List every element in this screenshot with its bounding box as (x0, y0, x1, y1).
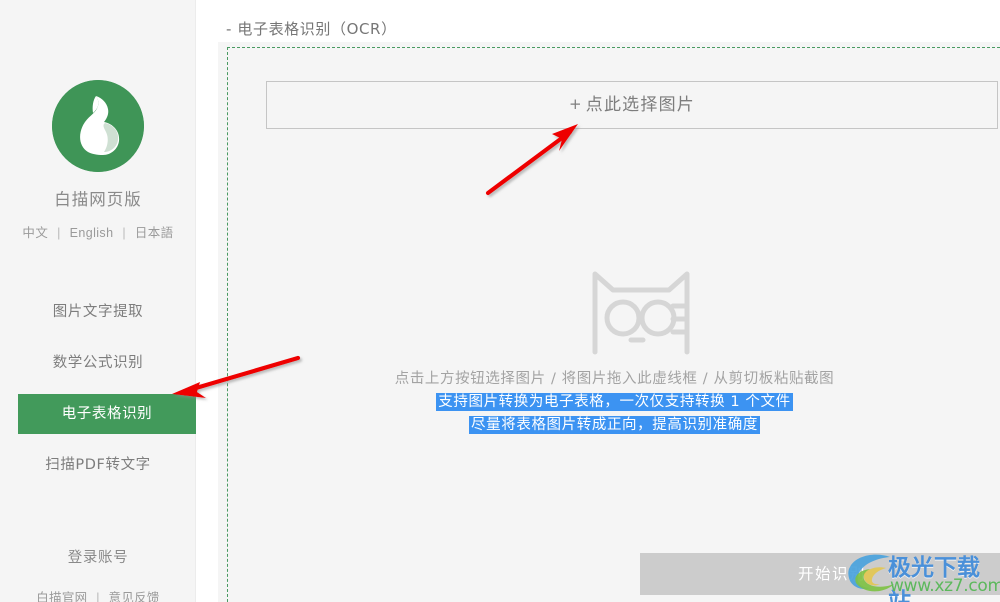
workspace-panel: + 点此选择图片 点击上方按钮选择图片 / 将图片拖入此虚线框 / 从剪切板粘贴… (218, 42, 1000, 602)
sidebar-footer-links: 白描官网 | 意见反馈 (0, 587, 196, 602)
hint-line-2: 支持图片转换为电子表格，一次仅支持转换 1 个文件 (228, 391, 1000, 413)
cat-face-icon (585, 256, 697, 361)
brand-name: 白描网页版 (54, 190, 142, 209)
language-switcher: 中文 | English | 日本語 (0, 222, 196, 241)
dropzone-hints: 点击上方按钮选择图片 / 将图片拖入此虚线框 / 从剪切板粘贴截图 支持图片转换… (228, 368, 1000, 437)
start-recognition-button[interactable]: 开始识别 (640, 553, 1000, 595)
image-dropzone[interactable]: + 点此选择图片 点击上方按钮选择图片 / 将图片拖入此虚线框 / 从剪切板粘贴… (227, 47, 1000, 602)
lang-separator-1: | (57, 226, 61, 240)
sidebar-item-scan-pdf-to-text[interactable]: 扫描PDF转文字 (0, 445, 196, 485)
sidebar-item-math-formula-recognition[interactable]: 数学公式识别 (0, 343, 196, 383)
sidebar-item-image-text-extract[interactable]: 图片文字提取 (0, 292, 196, 332)
sidebar-item-spreadsheet-recognition[interactable]: 电子表格识别 (18, 394, 196, 434)
main-content: - 电子表格识别（OCR） + 点此选择图片 点击上方按钮选择图片 / 将图片拖… (196, 0, 1000, 602)
login-account-link[interactable]: 登录账号 (0, 546, 196, 567)
hint-line-3-text: 尽量将表格图片转成正向，提高识别准确度 (469, 416, 760, 434)
lang-link-en[interactable]: English (70, 226, 114, 240)
plus-icon: + (569, 95, 583, 113)
baimiao-cat-logo-icon (52, 80, 144, 172)
official-site-link[interactable]: 白描官网 (36, 590, 87, 602)
lang-link-ja[interactable]: 日本語 (135, 226, 174, 240)
brand-block: 白描网页版 中文 | English | 日本語 (0, 80, 196, 241)
top-spacer (392, 0, 1000, 6)
page-title: - 电子表格识别（OCR） (226, 20, 397, 38)
footer-separator: | (95, 590, 101, 602)
select-image-button[interactable]: + 点此选择图片 (266, 81, 998, 129)
sidebar: 白描网页版 中文 | English | 日本語 图片文字提取 数学公式识别 电… (0, 0, 196, 602)
feedback-link[interactable]: 意见反馈 (109, 590, 160, 602)
lang-separator-2: | (122, 226, 126, 240)
hint-line-2-text: 支持图片转换为电子表格，一次仅支持转换 1 个文件 (436, 393, 793, 411)
lang-link-zh[interactable]: 中文 (22, 226, 48, 240)
select-image-button-label: 点此选择图片 (585, 95, 695, 115)
hint-line-3: 尽量将表格图片转成正向，提高识别准确度 (228, 414, 1000, 436)
application-window: 白描网页版 中文 | English | 日本語 图片文字提取 数学公式识别 电… (0, 0, 1000, 602)
sidebar-nav: 图片文字提取 数学公式识别 电子表格识别 扫描PDF转文字 (0, 292, 196, 496)
hint-line-1: 点击上方按钮选择图片 / 将图片拖入此虚线框 / 从剪切板粘贴截图 (394, 371, 835, 387)
